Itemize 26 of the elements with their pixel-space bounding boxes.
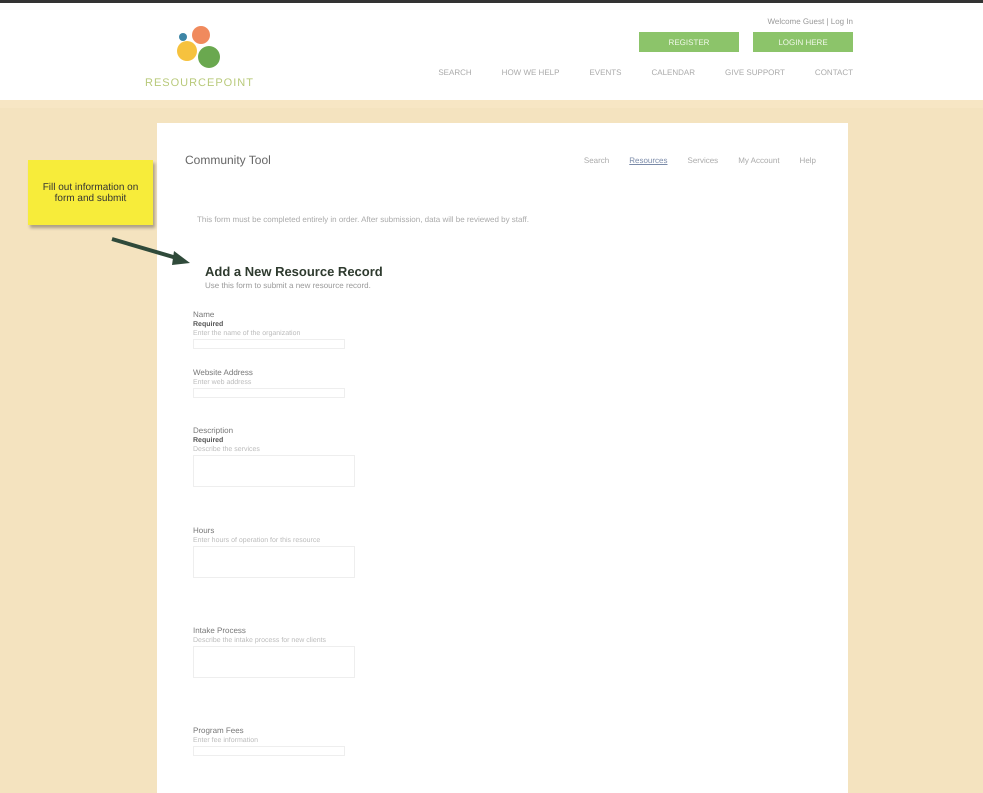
field-label: Description: [193, 426, 234, 435]
tool-tab[interactable]: Services: [686, 154, 720, 166]
tool-tab[interactable]: My Account: [736, 154, 782, 166]
user-links[interactable]: Welcome Guest | Log In: [767, 17, 853, 26]
nav-link[interactable]: HOW WE HELP: [502, 68, 560, 77]
field-label: Intake Process: [193, 626, 247, 635]
form-title: Add a New Resource Record: [205, 264, 384, 279]
field-label: Program Fees: [193, 726, 245, 735]
nav-link[interactable]: CALENDAR: [651, 68, 696, 77]
field-label: Name: [193, 310, 216, 319]
nav-link[interactable]: SEARCH: [438, 68, 472, 77]
sticky-note: Fill out information on form and submit: [28, 160, 153, 225]
field-label: Hours: [193, 526, 216, 535]
form-subtitle: Use this form to submit a new resource record.: [205, 281, 372, 290]
intro-text: This form must be completed entirely in order. After submission, data will be reviewed by staff.: [197, 215, 530, 224]
field-label: Website Address: [193, 368, 254, 377]
header-button[interactable]: REGISTER: [639, 32, 739, 52]
logo-text: RESOURCEPOINT: [145, 77, 254, 89]
tool-title: Community Tool: [185, 153, 271, 167]
nav-link[interactable]: EVENTS: [589, 68, 622, 77]
tool-tab[interactable]: Search: [582, 154, 612, 166]
tool-tab[interactable]: Resources: [627, 154, 670, 166]
nav-link[interactable]: CONTACT: [814, 68, 853, 77]
nav-link[interactable]: GIVE SUPPORT: [725, 68, 785, 77]
header-button[interactable]: LOGIN HERE: [753, 32, 853, 52]
tool-tab[interactable]: Help: [798, 154, 818, 166]
